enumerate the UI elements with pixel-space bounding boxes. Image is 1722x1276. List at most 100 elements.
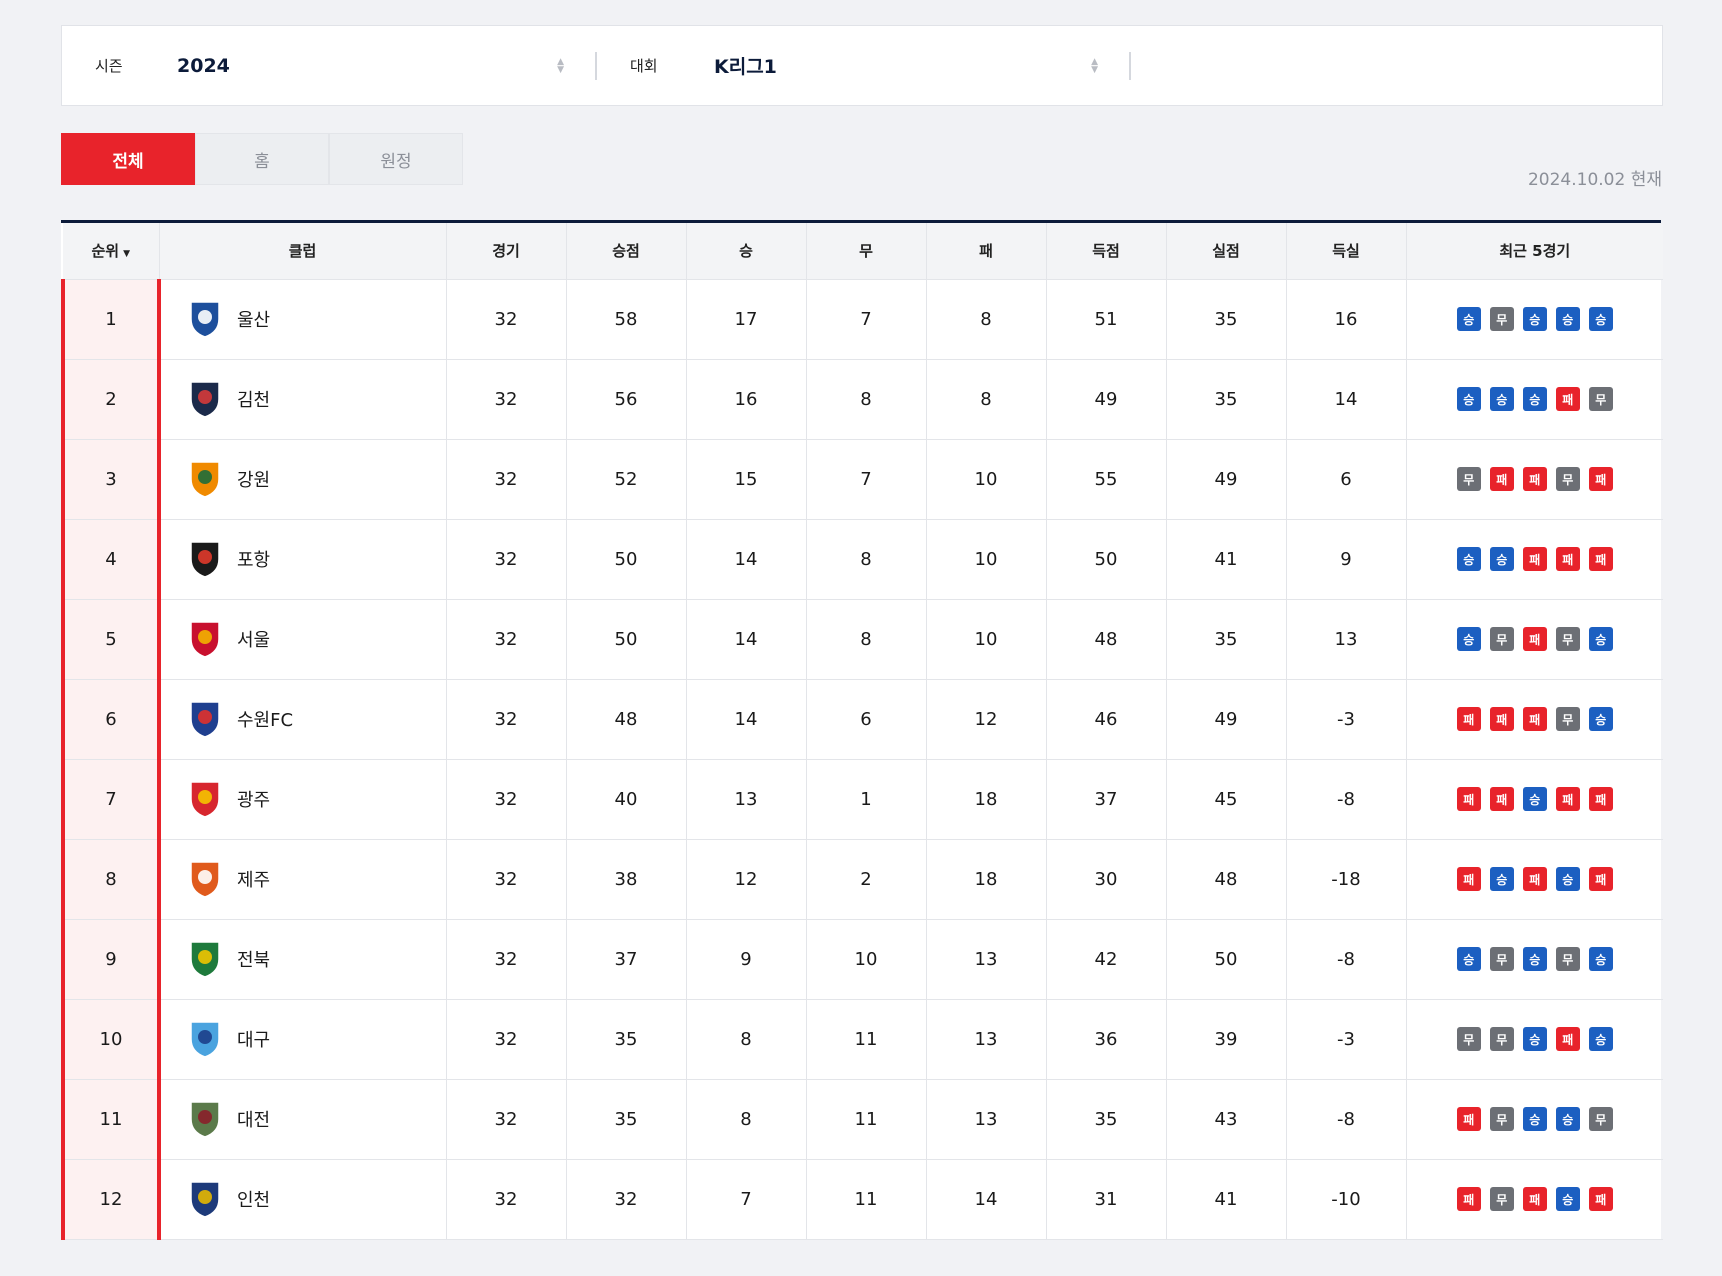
competition-select[interactable]: 대회 K리그1 ▲ ▼ <box>597 26 1129 105</box>
form-badge: 승 <box>1555 1187 1580 1211</box>
club-cell[interactable]: 서울 <box>159 599 447 680</box>
goals-for-cell: 51 <box>1046 279 1167 360</box>
incheon-emblem-icon <box>187 1178 223 1220</box>
form-badge: 패 <box>1588 1187 1613 1211</box>
club-cell[interactable]: 울산 <box>159 279 447 360</box>
select-arrows-icon[interactable]: ▲ ▼ <box>1091 57 1098 74</box>
won-cell: 14 <box>686 679 807 760</box>
club-cell[interactable]: 광주 <box>159 759 447 840</box>
club-cell[interactable]: 수원FC <box>159 679 447 760</box>
header-drawn: 무 <box>806 223 927 280</box>
form-badge: 승 <box>1588 707 1613 731</box>
lost-cell: 13 <box>926 919 1047 1000</box>
pohang-emblem-icon <box>187 538 223 580</box>
table-row[interactable]: 2 김천 32 56 16 8 8 49 35 14 승 승 승 패 무 <box>61 359 1663 440</box>
form-badge: 패 <box>1489 467 1514 491</box>
played-cell: 32 <box>446 999 567 1080</box>
club-name[interactable]: 포항 <box>237 546 270 572</box>
header-goals-for: 득점 <box>1046 223 1167 280</box>
table-row[interactable]: 8 제주 32 38 12 2 18 30 48 -18 패 승 패 승 패 <box>61 839 1663 920</box>
club-name[interactable]: 전북 <box>237 946 270 972</box>
season-value[interactable]: 2024 <box>177 55 230 77</box>
table-row[interactable]: 1 울산 32 58 17 7 8 51 35 16 승 무 승 승 승 <box>61 279 1663 360</box>
club-name[interactable]: 수원FC <box>237 706 293 732</box>
form-badge: 무 <box>1456 1027 1481 1051</box>
table-row[interactable]: 6 수원FC 32 48 14 6 12 46 49 -3 패 패 패 무 승 <box>61 679 1663 760</box>
goals-against-cell: 50 <box>1166 919 1287 1000</box>
lost-cell: 8 <box>926 279 1047 360</box>
header-rank[interactable]: 순위 ▼ <box>63 223 160 280</box>
table-row[interactable]: 12 인천 32 32 7 11 14 31 41 -10 패 무 패 승 패 <box>61 1159 1663 1240</box>
won-cell: 8 <box>686 1079 807 1160</box>
tab-away[interactable]: 원정 <box>329 133 463 185</box>
recent-form-cell: 승승승패무 <box>1406 359 1663 440</box>
rank-cell: 2 <box>61 359 161 440</box>
goals-for-cell: 42 <box>1046 919 1167 1000</box>
form-badge: 패 <box>1522 1187 1547 1211</box>
club-name[interactable]: 강원 <box>237 466 270 492</box>
goal-difference-cell: -18 <box>1286 839 1407 920</box>
goals-against-cell: 49 <box>1166 679 1287 760</box>
goals-against-cell: 45 <box>1166 759 1287 840</box>
drawn-cell: 6 <box>806 679 927 760</box>
form-badge: 패 <box>1456 1187 1481 1211</box>
goals-against-cell: 43 <box>1166 1079 1287 1160</box>
table-row[interactable]: 5 서울 32 50 14 8 10 48 35 13 승 무 패 무 승 <box>61 599 1663 680</box>
club-cell[interactable]: 전북 <box>159 919 447 1000</box>
goals-for-cell: 30 <box>1046 839 1167 920</box>
recent-form-cell: 승승패패패 <box>1406 519 1663 600</box>
lost-cell: 10 <box>926 519 1047 600</box>
form-badge: 승 <box>1489 387 1514 411</box>
header-points: 승점 <box>566 223 687 280</box>
club-cell[interactable]: 인천 <box>159 1159 447 1240</box>
goals-for-cell: 36 <box>1046 999 1167 1080</box>
club-name[interactable]: 대전 <box>237 1106 270 1132</box>
rank-cell: 3 <box>61 439 161 520</box>
played-cell: 32 <box>446 599 567 680</box>
competition-value[interactable]: K리그1 <box>714 52 777 79</box>
club-cell[interactable]: 포항 <box>159 519 447 600</box>
select-arrows-icon[interactable]: ▲ ▼ <box>557 57 564 74</box>
rank-cell: 5 <box>61 599 161 680</box>
season-select[interactable]: 시즌 2024 ▲ ▼ <box>62 26 595 105</box>
form-badge: 패 <box>1555 787 1580 811</box>
recent-form-cell: 승무패무승 <box>1406 599 1663 680</box>
club-name[interactable]: 대구 <box>237 1026 270 1052</box>
tab-all[interactable]: 전체 <box>61 133 195 185</box>
goals-against-cell: 35 <box>1166 359 1287 440</box>
club-name[interactable]: 울산 <box>237 306 270 332</box>
form-badge: 승 <box>1489 867 1514 891</box>
played-cell: 32 <box>446 279 567 360</box>
lost-cell: 13 <box>926 999 1047 1080</box>
drawn-cell: 7 <box>806 439 927 520</box>
goals-against-cell: 35 <box>1166 279 1287 360</box>
tab-home[interactable]: 홈 <box>195 133 329 185</box>
form-badge: 승 <box>1522 1107 1547 1131</box>
form-badge: 승 <box>1456 627 1481 651</box>
table-row[interactable]: 3 강원 32 52 15 7 10 55 49 6 무 패 패 무 패 <box>61 439 1663 520</box>
table-row[interactable]: 4 포항 32 50 14 8 10 50 41 9 승 승 패 패 패 <box>61 519 1663 600</box>
form-badge: 패 <box>1489 707 1514 731</box>
table-row[interactable]: 10 대구 32 35 8 11 13 36 39 -3 무 무 승 패 승 <box>61 999 1663 1080</box>
club-name[interactable]: 제주 <box>237 866 270 892</box>
recent-form-cell: 무무승패승 <box>1406 999 1663 1080</box>
club-cell[interactable]: 강원 <box>159 439 447 520</box>
drawn-cell: 8 <box>806 519 927 600</box>
table-row[interactable]: 9 전북 32 37 9 10 13 42 50 -8 승 무 승 무 승 <box>61 919 1663 1000</box>
points-cell: 48 <box>566 679 687 760</box>
club-cell[interactable]: 대전 <box>159 1079 447 1160</box>
table-row[interactable]: 7 광주 32 40 13 1 18 37 45 -8 패 패 승 패 패 <box>61 759 1663 840</box>
club-name[interactable]: 김천 <box>237 386 270 412</box>
club-name[interactable]: 광주 <box>237 786 270 812</box>
form-badge: 무 <box>1489 627 1514 651</box>
header-played: 경기 <box>446 223 567 280</box>
table-row[interactable]: 11 대전 32 35 8 11 13 35 43 -8 패 무 승 승 무 <box>61 1079 1663 1160</box>
header-club: 클럽 <box>159 223 447 280</box>
header-row: 순위 ▼ 클럽 경기 승점 승 무 패 득점 실점 득실 최근 5경기 <box>63 223 1663 280</box>
points-cell: 38 <box>566 839 687 920</box>
club-name[interactable]: 서울 <box>237 626 270 652</box>
club-cell[interactable]: 대구 <box>159 999 447 1080</box>
club-cell[interactable]: 제주 <box>159 839 447 920</box>
club-cell[interactable]: 김천 <box>159 359 447 440</box>
club-name[interactable]: 인천 <box>237 1186 270 1212</box>
